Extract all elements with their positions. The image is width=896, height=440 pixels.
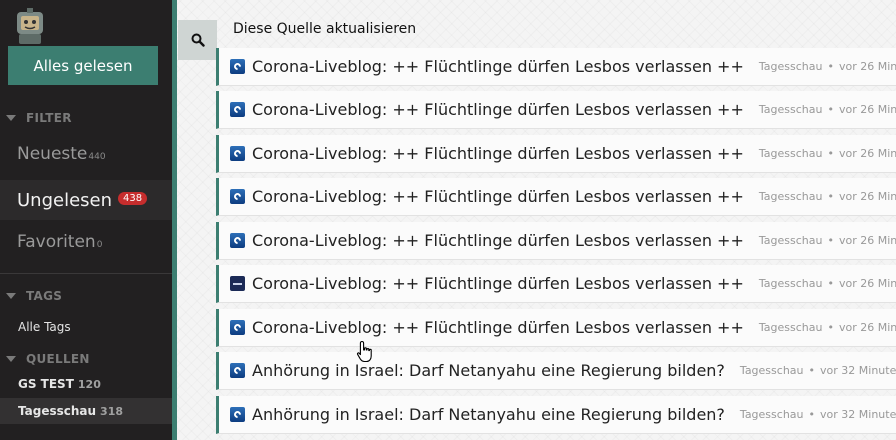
entry-time: vor 26 Minuten: [838, 321, 896, 334]
source-count: 120: [77, 377, 101, 391]
tagesschau-icon: [230, 363, 245, 378]
entry-meta: Tagesschau•vor 26 Minuten: [759, 190, 896, 203]
entry-source[interactable]: Tagesschau: [759, 60, 823, 73]
entry-row[interactable]: Corona-Liveblog: ++ Flüchtlinge dürfen L…: [216, 265, 896, 303]
entry-row[interactable]: Corona-Liveblog: ++ Flüchtlinge dürfen L…: [216, 222, 896, 260]
filter-item-unread[interactable]: Ungelesen 438: [0, 180, 172, 220]
entry-title[interactable]: Anhörung in Israel: Darf Netanyahu eine …: [252, 361, 725, 380]
entry-row[interactable]: Corona-Liveblog: ++ Flüchtlinge dürfen L…: [216, 135, 896, 173]
logo-icon[interactable]: [13, 6, 47, 46]
source-item-gs-test[interactable]: GS TEST 120: [0, 374, 172, 394]
entry-source[interactable]: Tagesschau: [759, 147, 823, 160]
source-label: Tagesschau: [18, 404, 97, 418]
unread-count-badge: 438: [118, 191, 148, 205]
collapse-triangle-icon: [6, 293, 16, 299]
tags-heading[interactable]: TAGS: [6, 289, 62, 303]
entry-title[interactable]: Corona-Liveblog: ++ Flüchtlinge dürfen L…: [252, 231, 744, 250]
tagesschau-icon: [230, 233, 245, 248]
filter-label: Favoriten: [17, 232, 96, 252]
entry-time: vor 32 Minuten: [820, 408, 896, 421]
entry-title[interactable]: Anhörung in Israel: Darf Netanyahu eine …: [252, 405, 725, 424]
tagesschau-icon: [230, 189, 245, 204]
entry-source[interactable]: Tagesschau: [740, 408, 804, 421]
source-label: GS TEST: [18, 377, 74, 391]
entry-title[interactable]: Corona-Liveblog: ++ Flüchtlinge dürfen L…: [252, 187, 744, 206]
entry-source[interactable]: Tagesschau: [759, 277, 823, 290]
entry-row[interactable]: Corona-Liveblog: ++ Flüchtlinge dürfen L…: [216, 178, 896, 216]
entry-time: vor 26 Minuten: [838, 234, 896, 247]
entry-title[interactable]: Corona-Liveblog: ++ Flüchtlinge dürfen L…: [252, 100, 744, 119]
filter-heading-label: FILTER: [26, 111, 72, 125]
entry-source[interactable]: Tagesschau: [759, 103, 823, 116]
entry-source[interactable]: Tagesschau: [759, 190, 823, 203]
entry-source[interactable]: Tagesschau: [759, 234, 823, 247]
all-tags-link[interactable]: Alle Tags: [0, 318, 172, 336]
search-button[interactable]: [178, 20, 217, 60]
source-count: 318: [100, 404, 124, 418]
filter-item-newest[interactable]: Neueste 440: [0, 144, 172, 168]
all-tags-label: Alle Tags: [18, 320, 71, 334]
entry-row[interactable]: Corona-Liveblog: ++ Flüchtlinge dürfen L…: [216, 91, 896, 129]
entry-row[interactable]: Corona-Liveblog: ++ Flüchtlinge dürfen L…: [216, 309, 896, 347]
tagesschau-icon: [230, 320, 245, 335]
tagesschau-icon: [230, 59, 245, 74]
entry-title[interactable]: Corona-Liveblog: ++ Flüchtlinge dürfen L…: [252, 57, 744, 76]
collapse-triangle-icon: [6, 115, 16, 121]
entry-title[interactable]: Corona-Liveblog: ++ Flüchtlinge dürfen L…: [252, 144, 744, 163]
entry-source[interactable]: Tagesschau: [740, 364, 804, 377]
tagesschau-icon: [230, 146, 245, 161]
tagesschau-icon: [230, 102, 245, 117]
filter-item-favorites[interactable]: Favoriten 0: [0, 232, 172, 256]
entry-source[interactable]: Tagesschau: [759, 321, 823, 334]
entry-time: vor 32 Minuten: [820, 364, 896, 377]
entry-meta: Tagesschau•vor 26 Minuten: [759, 234, 896, 247]
entry-meta: Tagesschau•vor 26 Minuten: [759, 103, 896, 116]
tags-heading-label: TAGS: [26, 289, 63, 303]
entry-time: vor 26 Minuten: [838, 103, 896, 116]
hand-cursor-icon: [356, 340, 372, 363]
entry-title[interactable]: Corona-Liveblog: ++ Flüchtlinge dürfen L…: [252, 274, 744, 293]
filter-count: 0: [96, 240, 103, 250]
collapse-triangle-icon: [6, 356, 16, 362]
entry-meta: Tagesschau•vor 26 Minuten: [759, 60, 896, 73]
mark-all-read-button[interactable]: Alles gelesen: [8, 46, 158, 85]
entry-row[interactable]: Anhörung in Israel: Darf Netanyahu eine …: [216, 396, 896, 434]
filter-label: Neueste: [17, 144, 88, 164]
entry-meta: Tagesschau•vor 26 Minuten: [759, 321, 896, 334]
entry-list: Diese Quelle aktualisieren Corona-Livebl…: [177, 0, 896, 440]
filter-count: 440: [88, 152, 106, 162]
refresh-source-link[interactable]: Diese Quelle aktualisieren: [233, 21, 416, 37]
entry-time: vor 26 Minuten: [838, 60, 896, 73]
entry-meta: Tagesschau • vor 32 Minuten: [740, 408, 896, 421]
sidebar: Alles gelesen FILTER Neueste 440 Ungeles…: [0, 0, 172, 440]
source-item-tagesschau[interactable]: Tagesschau 318: [0, 398, 172, 424]
entry-title[interactable]: Corona-Liveblog: ++ Flüchtlinge dürfen L…: [252, 318, 744, 337]
entry-row[interactable]: Corona-Liveblog: ++ Flüchtlinge dürfen L…: [216, 48, 896, 86]
filter-heading[interactable]: FILTER: [6, 111, 72, 125]
entry-meta: Tagesschau • vor 32 Minuten: [740, 364, 896, 377]
entry-meta: Tagesschau•vor 26 Minuten: [759, 147, 896, 160]
search-icon: [191, 33, 205, 47]
tagesschau-icon: [230, 407, 245, 422]
entry-time: vor 26 Minuten: [838, 147, 896, 160]
entry-time: vor 26 Minuten: [838, 277, 896, 290]
filter-label: Ungelesen: [17, 189, 113, 211]
entry-row[interactable]: Anhörung in Israel: Darf Netanyahu eine …: [216, 352, 896, 390]
feed-thumbnail-icon: [230, 276, 245, 291]
sources-heading[interactable]: QUELLEN: [6, 352, 90, 366]
sidebar-divider: [0, 273, 172, 274]
sources-heading-label: QUELLEN: [26, 352, 90, 366]
entry-meta: Tagesschau•vor 26 Minuten: [759, 277, 896, 290]
entry-time: vor 26 Minuten: [838, 190, 896, 203]
